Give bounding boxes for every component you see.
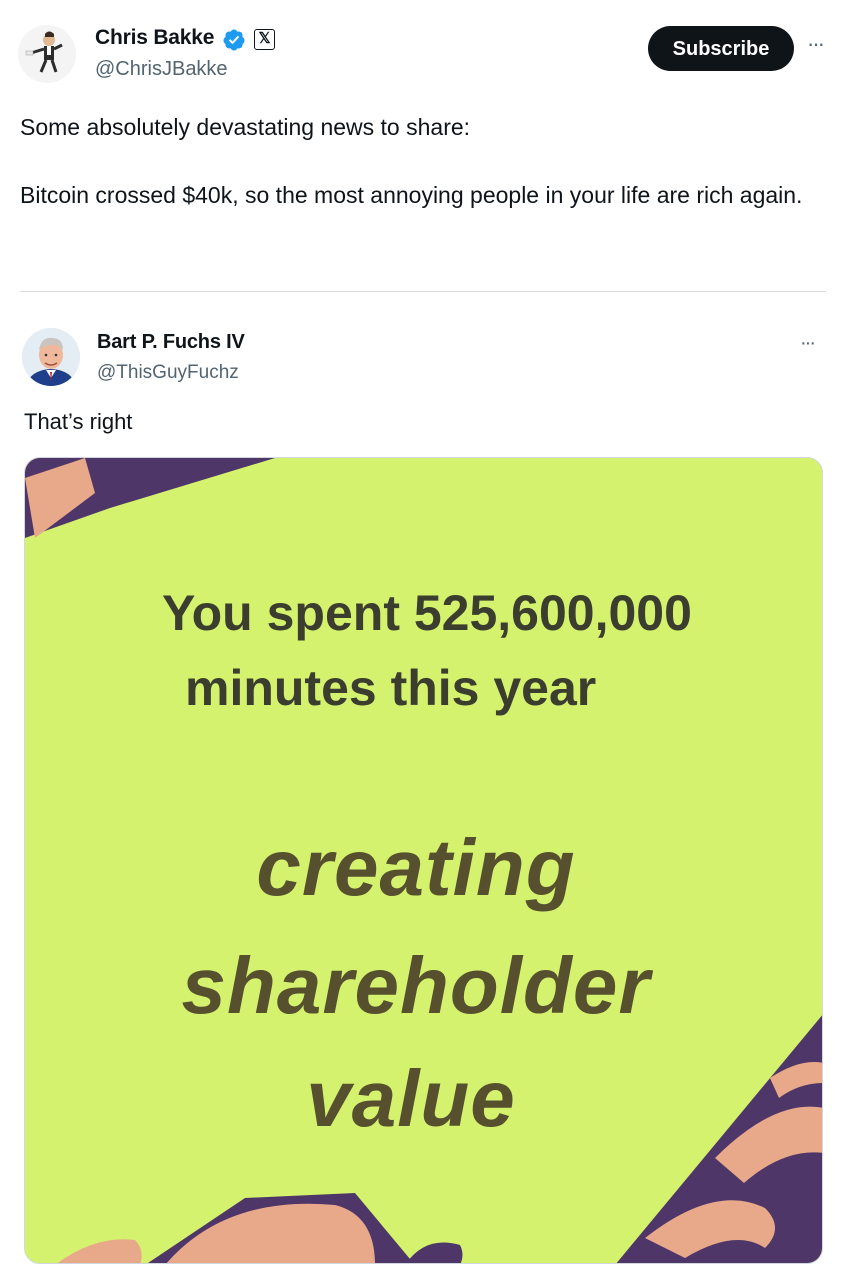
x-affiliate-badge-icon: 𝕏 — [254, 29, 275, 50]
quote-author-handle[interactable]: @ThisGuyFuchz — [97, 362, 239, 384]
tweet-text-line1: Some absolutely devastating news to shar… — [20, 114, 471, 140]
author-handle[interactable]: @ChrisJBakke — [95, 58, 228, 81]
divider — [20, 291, 826, 292]
quote-author-name[interactable]: Bart P. Fuchs IV — [97, 331, 245, 354]
meme-text-line1: You spent 525,600,000 — [162, 585, 692, 641]
meme-text-line2: minutes this year — [185, 660, 597, 716]
meme-text-value: value — [306, 1054, 516, 1143]
quote-author-avatar-image — [22, 328, 80, 386]
more-options-icon[interactable]: ··· — [807, 31, 825, 57]
meme-text-creating: creating — [256, 823, 576, 912]
tweet-text: Some absolutely devastating news to shar… — [20, 110, 820, 212]
meme-text-shareholder: shareholder — [181, 941, 651, 1030]
verified-badge-icon — [223, 29, 245, 51]
tweet-text-line2: Bitcoin crossed $40k, so the most annoyi… — [20, 182, 803, 208]
quote-media-image[interactable]: You spent 525,600,000 minutes this year … — [24, 457, 823, 1264]
quote-more-options-icon[interactable]: ··· — [800, 332, 816, 355]
quote-author-avatar[interactable] — [22, 328, 80, 386]
quote-text: That’s right — [24, 409, 133, 434]
author-avatar-image — [18, 25, 76, 83]
subscribe-button[interactable]: Subscribe — [648, 26, 794, 71]
author-name[interactable]: Chris Bakke — [95, 26, 214, 50]
author-avatar[interactable] — [18, 25, 76, 83]
